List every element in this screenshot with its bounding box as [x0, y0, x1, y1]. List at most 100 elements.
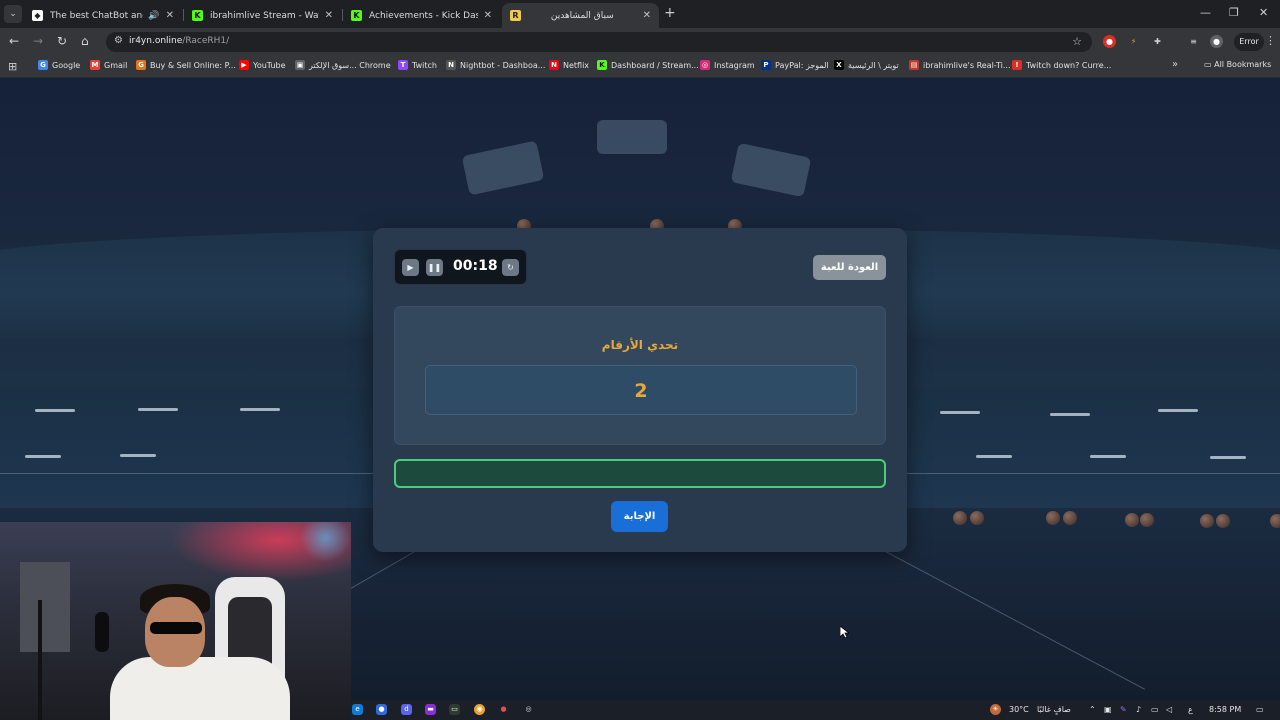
folder-icon: ▭	[1204, 60, 1215, 69]
bookmark-star-icon[interactable]: ☆	[1072, 35, 1082, 48]
edge-icon[interactable]: e	[352, 704, 363, 715]
bookmark-netflix[interactable]: N Netflix	[549, 60, 589, 70]
tab-strip: ⌄ ◆ The best ChatBot and Widg 🔊 ✕ K ibra…	[0, 0, 1280, 28]
x-icon: X	[834, 60, 844, 70]
bookmark-gmail[interactable]: M Gmail	[90, 60, 127, 70]
speaker-icon[interactable]: 🔊	[148, 11, 159, 21]
reload-icon[interactable]: ↻	[57, 34, 67, 48]
extension-bolt-icon[interactable]: ⚡	[1127, 35, 1140, 48]
answer-input[interactable]	[394, 459, 886, 488]
app-icon[interactable]: ●	[376, 704, 387, 715]
bookmark-twitch-down[interactable]: ! Twitch down? Curre...	[1012, 60, 1111, 70]
floating-sign	[461, 140, 545, 196]
clock-time[interactable]: 8:58 PM	[1209, 705, 1241, 714]
minimize-icon[interactable]: —	[1200, 6, 1211, 19]
bookmark-label: Twitch down? Curre...	[1026, 60, 1112, 70]
tab-chatbot[interactable]: ◆ The best ChatBot and Widg 🔊 ✕	[24, 3, 182, 28]
tab-viewer-race[interactable]: R سباق المشاهدين ✕	[502, 3, 659, 28]
profile-error-badge[interactable]: Error	[1234, 33, 1264, 51]
bookmark-realtime-stats[interactable]: ▤ ibrahimlive's Real-Ti...	[909, 60, 1010, 70]
stand-light-orb	[1200, 514, 1214, 528]
bookmark-label: تويتر \ الرئيسية	[848, 60, 899, 70]
obs-icon[interactable]: ◎	[523, 704, 534, 715]
paypal-icon: P	[761, 60, 771, 70]
input-language[interactable]: ع	[1188, 705, 1193, 714]
tab-achievements[interactable]: K Achievements - Kick Dashboard ✕	[343, 3, 500, 28]
stand-light-orb	[953, 511, 967, 525]
extensions-puzzle-icon[interactable]: ✚	[1151, 35, 1164, 48]
bookmark-nightbot[interactable]: N Nightbot - Dashboa...	[446, 60, 545, 70]
kick-favicon-icon: K	[351, 10, 362, 21]
site-info-icon[interactable]: ⚙	[114, 35, 123, 46]
stand-light	[1090, 455, 1126, 458]
close-tab-icon[interactable]: ✕	[325, 10, 333, 21]
all-bookmarks-folder[interactable]: ▭ All Bookmarks	[1204, 60, 1271, 69]
menu-kebab-icon[interactable]: ⋮	[1265, 34, 1276, 47]
url-text[interactable]: ir4yn.online/RaceRH1/	[129, 36, 229, 46]
bookmark-kick-dashboard[interactable]: K Dashboard / Stream...	[597, 60, 699, 70]
close-tab-icon[interactable]: ✕	[166, 10, 174, 21]
bookmark-twitch[interactable]: T Twitch	[398, 60, 437, 70]
pin-icon[interactable]: ●	[498, 704, 509, 715]
close-tab-icon[interactable]: ✕	[484, 10, 492, 21]
track-line	[879, 548, 1146, 690]
nightbot-icon: N	[446, 60, 456, 70]
tray-pen-icon[interactable]: ✎	[1120, 705, 1127, 714]
weather-icon[interactable]: ☀	[990, 704, 1001, 715]
bookmark-chrome-store[interactable]: ▣ سوق الإلكتر... Chrome	[295, 60, 391, 70]
chrome-store-icon: ▣	[295, 60, 305, 70]
bookmark-google[interactable]: G Google	[38, 60, 80, 70]
tray-chevron-icon[interactable]: ⌃	[1089, 705, 1096, 714]
stand-light	[1210, 456, 1246, 459]
bookmark-label: Gmail	[104, 60, 128, 70]
forward-arrow-icon[interactable]: →	[33, 34, 43, 48]
new-tab-button[interactable]: +	[664, 5, 676, 21]
floating-sign	[597, 120, 667, 154]
url-host: ir4yn.online	[129, 36, 183, 46]
tray-app-icon[interactable]: ▣	[1104, 705, 1112, 714]
back-arrow-icon[interactable]: ←	[9, 34, 19, 48]
volume-icon[interactable]: ◁	[1166, 705, 1172, 714]
close-window-icon[interactable]: ✕	[1259, 6, 1268, 19]
tab-search-button[interactable]: ⌄	[4, 5, 22, 23]
back-to-game-button[interactable]: العودة للعبة	[813, 255, 886, 280]
app-green-icon[interactable]: ▭	[449, 704, 460, 715]
app-purple-icon[interactable]: ▬	[425, 704, 436, 715]
notifications-icon[interactable]: ▭	[1256, 705, 1264, 714]
bookmark-label: YouTube	[253, 60, 286, 70]
answer-submit-button[interactable]: الإجابة	[611, 501, 668, 532]
discord-icon[interactable]: d	[401, 704, 412, 715]
tab-ibrahimlive-stream[interactable]: K ibrahimlive Stream - Watch Live ✕	[184, 3, 341, 28]
stand-light	[1050, 413, 1090, 416]
microphone	[95, 612, 109, 652]
restore-icon[interactable]: ❐	[1229, 6, 1239, 19]
profile-avatar-icon[interactable]: ●	[1210, 35, 1223, 48]
more-bookmarks-icon[interactable]: »	[1172, 59, 1178, 70]
bookmark-x[interactable]: X تويتر \ الرئيسية	[834, 60, 899, 70]
apps-grid-icon[interactable]: ⊞	[8, 60, 17, 73]
media-control-icon[interactable]: ≡	[1187, 35, 1200, 48]
stand-light	[976, 455, 1012, 458]
all-bookmarks-label: All Bookmarks	[1214, 60, 1272, 69]
bookmark-youtube[interactable]: ▶ YouTube	[239, 60, 286, 70]
challenge-title: تحدي الأرقام	[601, 338, 679, 352]
home-icon[interactable]: ⌂	[81, 34, 89, 48]
stand-light-orb	[970, 511, 984, 525]
bookmark-label: Nightbot - Dashboa...	[460, 60, 546, 70]
restart-icon[interactable]: ↻	[502, 259, 519, 276]
close-tab-icon[interactable]: ✕	[643, 10, 651, 21]
chrome-icon[interactable]: ◉	[474, 704, 485, 715]
address-bar[interactable]: ⚙ ir4yn.online/RaceRH1/ ☆	[106, 32, 1092, 52]
microphone-icon[interactable]: ♪	[1136, 705, 1141, 714]
bookmark-paypal[interactable]: P PayPal: الموجز	[761, 60, 829, 70]
play-icon[interactable]: ▶	[402, 259, 419, 276]
challenge-number: 2	[425, 365, 857, 415]
weather-temperature: 30°C	[1009, 705, 1029, 714]
extension-red-icon[interactable]: ●	[1103, 35, 1116, 48]
bookmark-buy-sell[interactable]: G Buy & Sell Online: P...	[136, 60, 236, 70]
bookmark-instagram[interactable]: ◎ Instagram	[700, 60, 755, 70]
mic-arm	[38, 600, 42, 720]
kick-icon: K	[597, 60, 607, 70]
network-icon[interactable]: ▭	[1151, 705, 1159, 714]
pause-icon[interactable]: ❚❚	[426, 259, 443, 276]
